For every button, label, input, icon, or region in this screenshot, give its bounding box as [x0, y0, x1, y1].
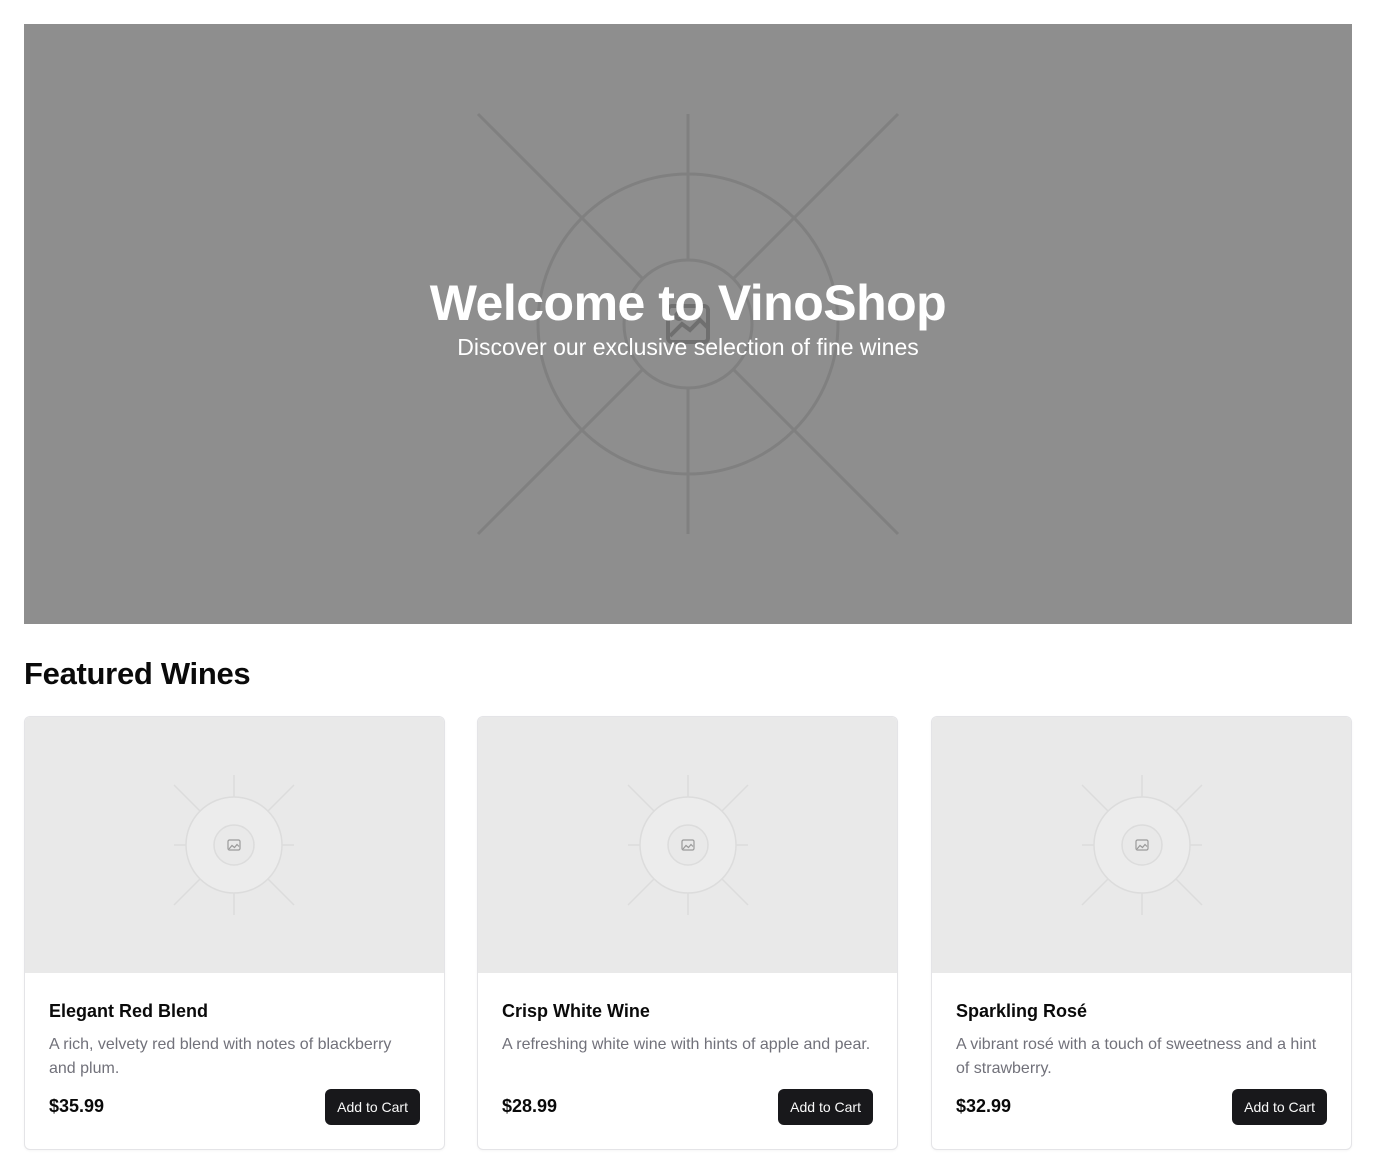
add-to-cart-button[interactable]: Add to Cart — [1232, 1089, 1327, 1125]
product-image — [932, 717, 1351, 973]
product-card: Crisp White Wine A refreshing white wine… — [477, 716, 898, 1150]
add-to-cart-button[interactable]: Add to Cart — [778, 1089, 873, 1125]
hero-text: Welcome to VinoShop Discover our exclusi… — [24, 274, 1352, 362]
product-card: Elegant Red Blend A rich, velvety red bl… — [24, 716, 445, 1150]
featured-wines-heading: Featured Wines — [24, 656, 251, 691]
product-image — [478, 717, 897, 973]
add-to-cart-button[interactable]: Add to Cart — [325, 1089, 420, 1125]
hero-title: Welcome to VinoShop — [429, 275, 947, 331]
product-name: Crisp White Wine — [502, 1001, 650, 1021]
product-name: Sparkling Rosé — [956, 1001, 1088, 1021]
product-description: A vibrant rosé with a touch of sweetness… — [956, 1036, 1317, 1077]
product-price: $32.99 — [956, 1096, 1012, 1116]
product-image — [25, 717, 444, 973]
product-price: $35.99 — [49, 1096, 105, 1116]
hero-subtitle: Discover our exclusive selection of fine… — [457, 334, 919, 360]
product-name: Elegant Red Blend — [49, 1001, 209, 1021]
product-card: Sparkling Rosé A vibrant rosé with a tou… — [931, 716, 1352, 1150]
product-price: $28.99 — [502, 1096, 558, 1116]
product-description: A rich, velvety red blend with notes of … — [49, 1036, 392, 1077]
product-description: A refreshing white wine with hints of ap… — [502, 1036, 871, 1053]
hero-banner: Welcome to VinoShop Discover our exclusi… — [24, 24, 1352, 624]
